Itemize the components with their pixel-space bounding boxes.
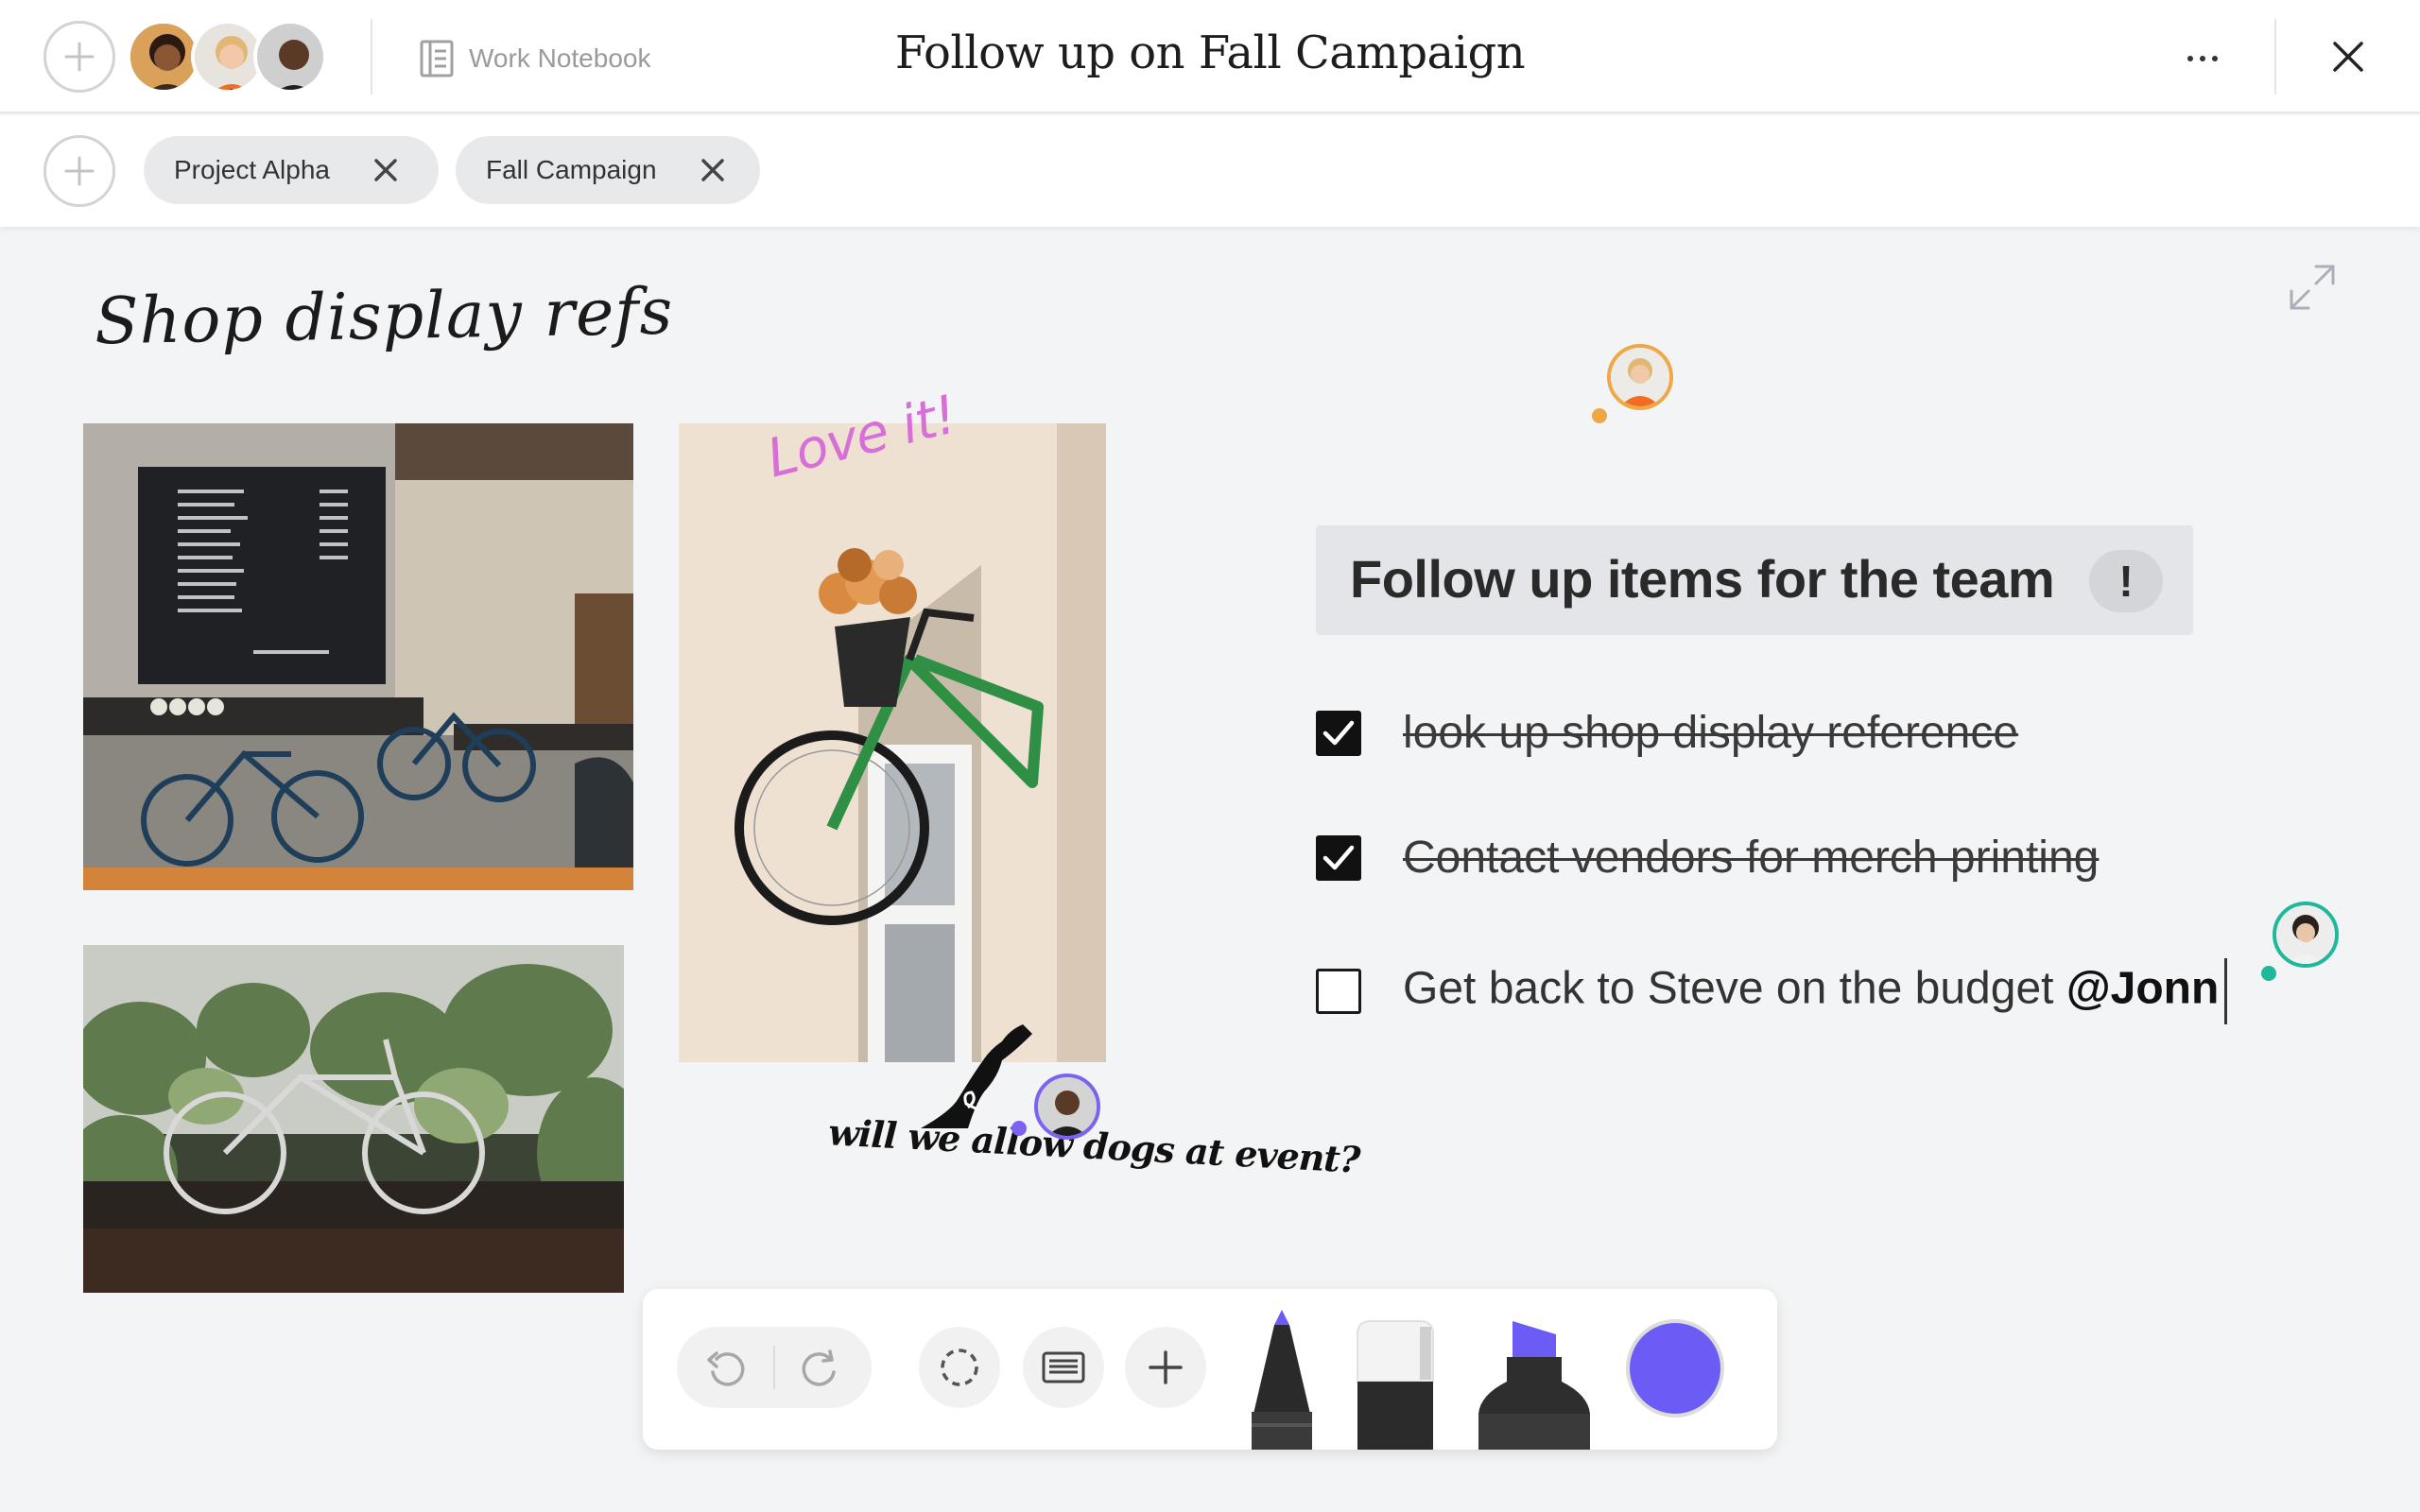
plants-bike-photo[interactable]: [83, 945, 624, 1293]
tag-close-icon: [374, 159, 397, 181]
todo-checkbox[interactable]: [1316, 710, 1361, 756]
eraser-tool-icon[interactable]: [1348, 1315, 1443, 1450]
collaborator-cursor: [1592, 408, 1607, 423]
checkmark-icon: [1322, 720, 1355, 745]
pen-tool-icon[interactable]: [1244, 1310, 1320, 1450]
collaborator-avatar: [1607, 344, 1673, 410]
notebook-icon: [420, 40, 454, 77]
checkmark-icon: [1322, 845, 1355, 869]
plus-icon: [64, 156, 95, 186]
todo-checkbox[interactable]: [1316, 969, 1361, 1014]
page-title[interactable]: Follow up on Fall Campaign: [895, 26, 1526, 79]
todo-text-wrap[interactable]: Get back to Steve on the budget @Jonn: [1403, 958, 2228, 1024]
add-collaborator-button[interactable]: [43, 21, 115, 93]
close-button[interactable]: [2322, 30, 2375, 83]
add-tag-button[interactable]: [43, 135, 115, 207]
tag-label: Fall Campaign: [486, 155, 657, 184]
divider: [371, 19, 372, 94]
lasso-button[interactable]: [919, 1327, 1000, 1408]
divider: [773, 1346, 775, 1389]
wall-bike-photo[interactable]: [679, 423, 1106, 1062]
collaborator-avatar: [1034, 1074, 1100, 1140]
tag-label: Project Alpha: [174, 155, 330, 184]
add-element-button[interactable]: [1125, 1327, 1206, 1408]
page-title-wrap: Follow up on Fall Campaign: [0, 26, 2420, 79]
canvas-heading[interactable]: Shop display refs: [94, 275, 674, 360]
header-bar: Work Notebook Follow up on Fall Campaign: [0, 0, 2420, 113]
priority-badge[interactable]: !: [2089, 550, 2163, 612]
color-picker[interactable]: [1626, 1319, 1724, 1418]
todo-text[interactable]: look up shop display reference: [1403, 707, 2018, 759]
followup-title[interactable]: Follow up items for the team: [1350, 548, 2055, 610]
avatar[interactable]: [127, 20, 200, 94]
highlighter-tool-icon[interactable]: [1475, 1315, 1594, 1450]
tag-bar: Project Alpha Fall Campaign: [0, 115, 2420, 227]
plus-icon: [1149, 1350, 1183, 1384]
todo-checkbox[interactable]: [1316, 834, 1361, 881]
collaborator-avatar: [2273, 902, 2339, 968]
collaborator-cursor: [2261, 966, 2276, 981]
notebook-link[interactable]: Work Notebook: [420, 36, 650, 81]
list-item: Get back to Steve on the budget @Jonn: [1316, 958, 2228, 1024]
todo-text[interactable]: Contact vendors for merch printing: [1403, 832, 2099, 884]
expand-icon[interactable]: [2288, 263, 2337, 312]
drawing-toolbar: [643, 1289, 1777, 1450]
plus-icon: [64, 42, 95, 72]
notebook-label: Work Notebook: [469, 43, 651, 73]
undo-redo-group: [677, 1327, 872, 1408]
followup-header: Follow up items for the team !: [1316, 525, 2193, 635]
priority-mark: !: [2118, 557, 2134, 606]
cafe-photo[interactable]: [83, 423, 633, 890]
more-options-button[interactable]: [2174, 38, 2231, 79]
lasso-icon: [941, 1349, 978, 1386]
divider: [2274, 19, 2276, 94]
collaborator-cursor: [1011, 1121, 1027, 1136]
list-item: look up shop display reference: [1316, 707, 2018, 759]
tag-chip[interactable]: Fall Campaign: [456, 136, 760, 204]
more-icon: [2187, 56, 2218, 61]
text-caret: [2224, 958, 2228, 1024]
undo-icon[interactable]: [705, 1348, 747, 1387]
avatar[interactable]: [253, 20, 327, 94]
tag-remove-button[interactable]: [700, 158, 725, 182]
todo-text: Get back to Steve on the budget: [1403, 963, 2066, 1014]
tag-chip[interactable]: Project Alpha: [144, 136, 439, 204]
list-item: Contact vendors for merch printing: [1316, 832, 2099, 884]
keyboard-icon: [1042, 1351, 1085, 1383]
tag-remove-button[interactable]: [373, 158, 398, 182]
keyboard-button[interactable]: [1023, 1327, 1104, 1408]
redo-icon[interactable]: [800, 1348, 841, 1387]
close-icon: [2333, 42, 2363, 72]
tag-close-icon: [700, 159, 724, 181]
mention[interactable]: @Jonn: [2066, 964, 2219, 1014]
